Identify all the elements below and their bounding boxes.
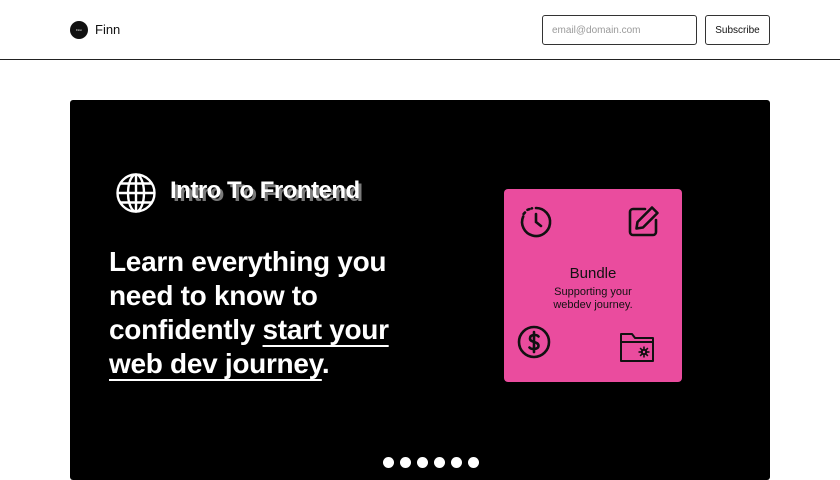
brand-logo[interactable]: Finn (70, 21, 88, 39)
card-title: Bundle (569, 265, 617, 282)
carousel-dot[interactable] (417, 457, 428, 468)
site-header: Finn Finn Subscribe (0, 0, 840, 60)
card-subtitle: Supporting your webdev journey. (553, 286, 633, 311)
headline-period: . (321, 348, 330, 379)
hero-banner: Intro To Frontend Learn everything you n… (70, 100, 770, 480)
hero-headline: Learn everything you need to know to con… (109, 245, 439, 381)
email-input[interactable] (542, 15, 697, 45)
course-title: Intro To Frontend (170, 177, 360, 204)
carousel-dot[interactable] (383, 457, 394, 468)
bundle-card[interactable]: Bundle Supporting your webdev journey. (504, 189, 682, 382)
carousel-dot[interactable] (451, 457, 462, 468)
logo-text: Finn (76, 27, 82, 32)
clock-icon (520, 206, 552, 238)
carousel-dots (383, 457, 479, 468)
carousel-dot[interactable] (400, 457, 411, 468)
carousel-dot[interactable] (468, 457, 479, 468)
folder-settings-icon (620, 333, 654, 362)
brand-name[interactable]: Finn (95, 22, 120, 37)
carousel-dot[interactable] (434, 457, 445, 468)
edit-icon (628, 206, 659, 237)
dollar-icon (517, 325, 551, 359)
globe-icon (116, 173, 156, 213)
subscribe-button[interactable]: Subscribe (705, 15, 770, 45)
